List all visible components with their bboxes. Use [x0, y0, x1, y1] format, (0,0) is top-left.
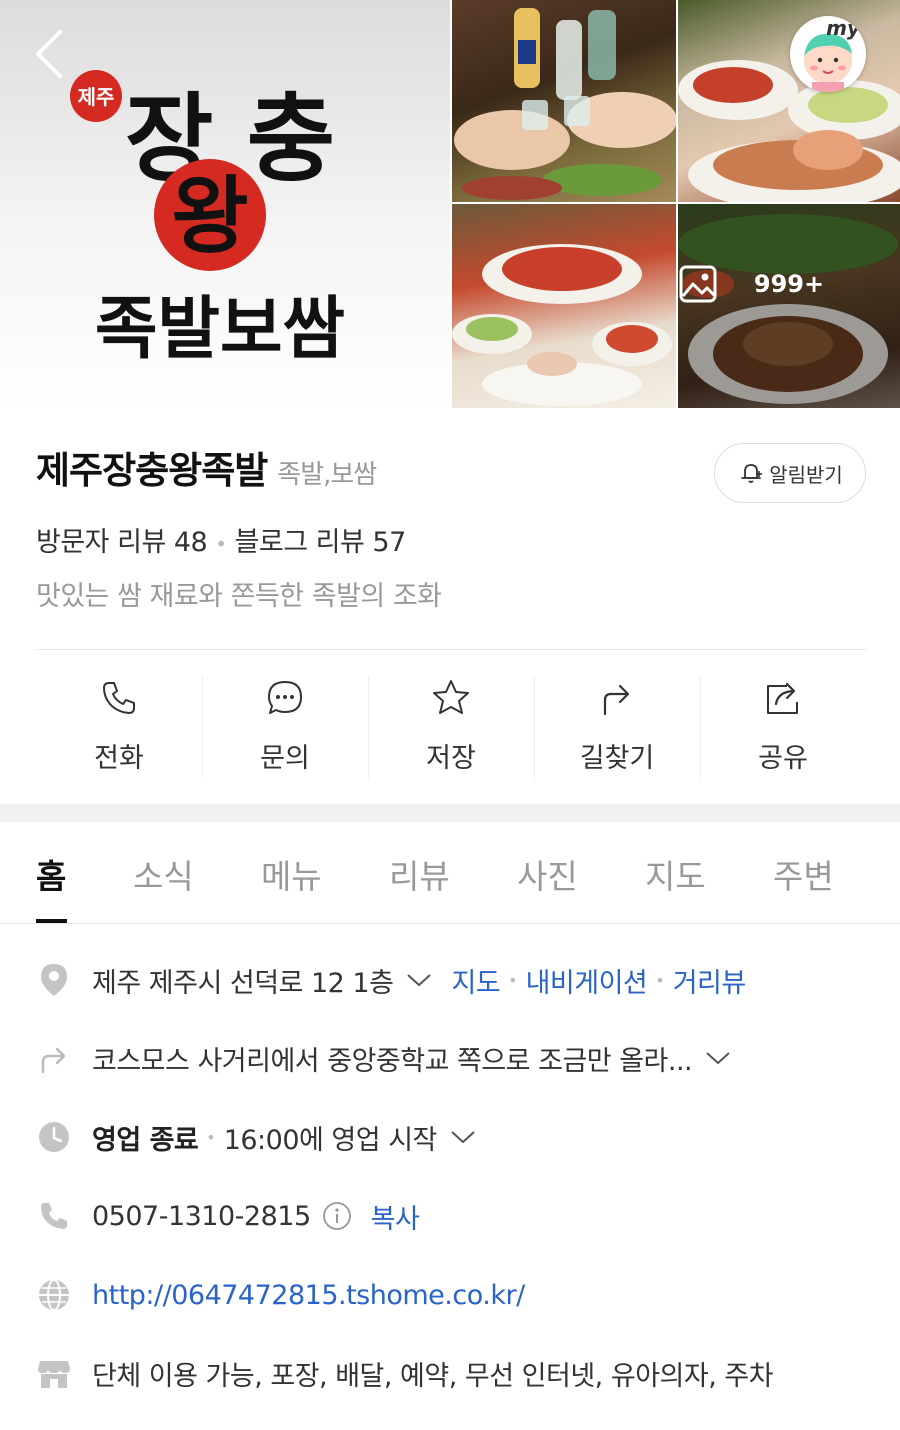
copy-phone-button[interactable]: 복사 — [371, 1197, 420, 1236]
address-text: 제주 제주시 선덕로 12 1층 — [92, 967, 394, 999]
street-view-link[interactable]: 거리뷰 — [673, 961, 747, 1000]
alarm-label: 알림받기 — [769, 462, 843, 487]
navigation-link[interactable]: 내비게이션 — [526, 961, 648, 1000]
directions-button[interactable]: 길찾기 — [534, 676, 700, 778]
directions-text: 코스모스 사거리에서 중앙중학교 쪽으로 조금만 올라... — [92, 1045, 693, 1077]
location-pin-icon — [36, 962, 72, 998]
amenities-row: 단체 이용 가능, 포장, 배달, 예약, 무선 인터넷, 유아의자, 주차 — [36, 1348, 886, 1398]
tab-bar: 홈 소식 메뉴 리뷰 사진 지도 주변 — [0, 822, 900, 924]
tab-review[interactable]: 리뷰 — [389, 850, 450, 898]
tab-photo[interactable]: 사진 — [517, 850, 578, 898]
phone-icon — [36, 1198, 72, 1234]
review-counts: 방문자 리뷰 48 • 블로그 리뷰 57 — [36, 527, 407, 558]
photo-content — [678, 60, 900, 202]
call-label: 전화 — [94, 743, 144, 774]
save-label: 저장 — [426, 743, 476, 774]
food-photo[interactable] — [452, 204, 676, 408]
inquiry-button[interactable]: 문의 — [202, 676, 368, 778]
turn-arrow-icon — [36, 1040, 72, 1076]
website-row: http://0647472815.tshome.co.kr/ — [36, 1270, 886, 1320]
photo-content — [452, 244, 672, 406]
action-bar: 전화 문의 저장 길찾기 공유 — [36, 676, 866, 778]
active-tab-indicator — [36, 919, 67, 923]
hours-row: 영업 종료 • 16:00에 영업 시작 — [36, 1112, 886, 1162]
logo-center-text: 왕 — [171, 167, 248, 265]
more-photos-tile[interactable]: 999+ — [678, 204, 900, 408]
chevron-down-icon[interactable] — [704, 1048, 732, 1068]
phone-icon — [103, 682, 135, 714]
hours-status: 영업 종료 — [92, 1124, 199, 1156]
section-gap — [0, 804, 900, 822]
logo-photo[interactable]: 제주 장 충 왕 족발보쌈 — [0, 0, 450, 408]
food-photo[interactable] — [678, 0, 900, 202]
call-button[interactable]: 전화 — [36, 676, 202, 778]
clock-icon — [36, 1119, 72, 1155]
my-label: my — [826, 16, 860, 40]
phone-number[interactable]: 0507-1310-2815 — [92, 1201, 311, 1232]
amenities-text: 단체 이용 가능, 포장, 배달, 예약, 무선 인터넷, 유아의자, 주차 — [92, 1360, 774, 1392]
website-link[interactable]: http://0647472815.tshome.co.kr/ — [92, 1280, 525, 1311]
directions-icon — [603, 684, 630, 716]
phone-row: 0507-1310-2815 복사 — [36, 1191, 886, 1241]
tab-map[interactable]: 지도 — [645, 850, 706, 898]
my-profile-button[interactable]: my — [790, 16, 866, 92]
hours-next-open: 16:00에 영업 시작 — [223, 1124, 438, 1156]
bell-plus-icon — [741, 464, 763, 483]
save-button[interactable]: 저장 — [368, 676, 534, 778]
alarm-button[interactable]: 알림받기 — [714, 443, 866, 503]
visitor-review-link[interactable]: 방문자 리뷰 48 — [36, 527, 208, 558]
place-category: 족발,보쌈 — [277, 460, 377, 490]
info-icon[interactable] — [321, 1200, 353, 1232]
address-row: 제주 제주시 선덕로 12 1층 지도 • 내비게이션 • 거리뷰 — [36, 955, 886, 1005]
photo-overlay — [678, 204, 900, 408]
logo-bottom-text: 족발보쌈 — [95, 290, 345, 369]
place-name: 제주장충왕족발 — [36, 449, 268, 492]
photo-gallery: 제주 장 충 왕 족발보쌈 999+ my — [0, 0, 900, 408]
place-info: 제주장충왕족발 족발,보쌈 알림받기 방문자 리뷰 48 • 블로그 리뷰 57 맛… — [36, 440, 866, 612]
tab-menu[interactable]: 메뉴 — [261, 850, 322, 898]
directions-row: 코스모스 사거리에서 중앙중학교 쪽으로 조금만 올라... — [36, 1033, 886, 1083]
photo-content — [454, 8, 676, 200]
share-button[interactable]: 공유 — [700, 676, 866, 778]
photo-count-box: 999+ — [678, 264, 900, 303]
chevron-down-icon[interactable] — [405, 970, 433, 990]
blog-review-link[interactable]: 블로그 리뷰 57 — [235, 527, 407, 558]
chat-icon — [268, 681, 302, 714]
tab-nearby[interactable]: 주변 — [773, 850, 834, 898]
food-photo[interactable] — [452, 0, 676, 202]
star-icon — [433, 680, 469, 714]
back-button[interactable] — [28, 24, 78, 84]
tab-news[interactable]: 소식 — [133, 850, 194, 898]
image-icon — [679, 265, 717, 303]
chevron-left-icon — [36, 30, 62, 78]
inquiry-label: 문의 — [260, 743, 310, 774]
divider — [36, 649, 866, 650]
chevron-down-icon[interactable] — [449, 1127, 477, 1147]
restaurant-logo: 제주 장 충 왕 족발보쌈 — [70, 70, 345, 369]
share-label: 공유 — [758, 743, 808, 774]
directions-label: 길찾기 — [579, 743, 655, 774]
share-icon — [767, 682, 798, 714]
store-icon — [36, 1355, 72, 1391]
map-link[interactable]: 지도 — [451, 961, 500, 1000]
logo-small-text: 제주 — [78, 85, 115, 109]
place-description: 맛있는 쌈 재료와 쫀득한 족발의 조화 — [36, 581, 442, 612]
tab-home[interactable]: 홈 — [36, 850, 66, 898]
globe-icon — [36, 1277, 72, 1313]
